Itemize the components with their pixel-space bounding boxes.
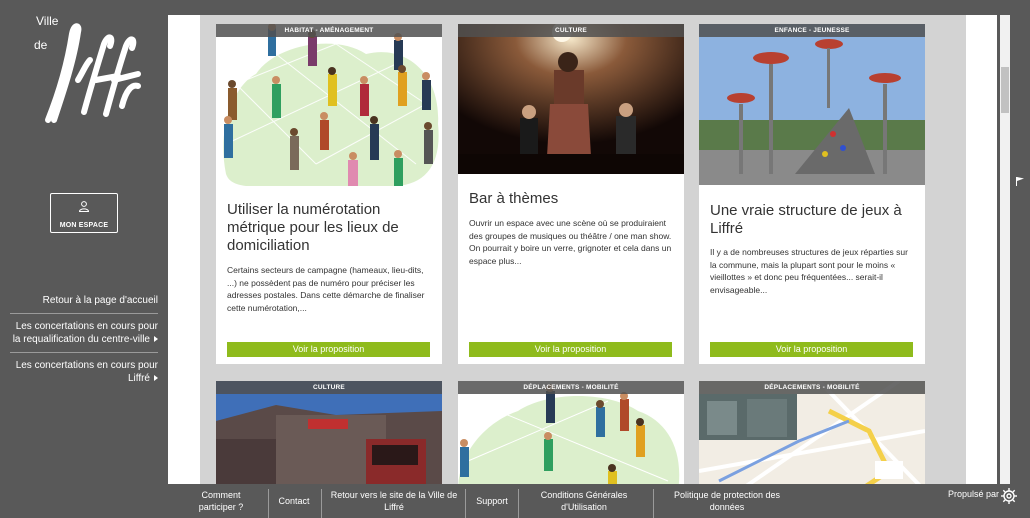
footer-link-label: Politique de protection des données (673, 490, 781, 512)
footer-separator (465, 489, 466, 518)
proposal-card[interactable]: CULTURE Bar à thèmes Ouvrir un espace av… (458, 24, 684, 364)
proposal-card[interactable]: ENFANCE - JEUNESSE Une vraie structure d… (699, 24, 925, 364)
footer-link-label: Contact (278, 496, 310, 506)
footer-separator (518, 489, 519, 518)
card-title[interactable]: Une vraie structure de jeux à Liffré (710, 202, 916, 238)
sidebar: Ville de MON ESPACE Retour à la page d'a… (0, 0, 168, 518)
footer-link-label: Support (476, 496, 508, 506)
nav-centre-ville[interactable]: Les concertations en cours pour la requa… (10, 314, 158, 353)
nav-accueil-label: Retour à la page d'accueil (42, 295, 158, 306)
card-category: DÉPLACEMENTS - MOBILITÉ (458, 381, 684, 394)
card-excerpt: Certains secteurs de campagne (hameaux, … (227, 265, 425, 313)
map-illustration (699, 381, 925, 484)
proposal-card[interactable]: DÉPLACEMENTS - MOBILITÉ (458, 381, 684, 484)
caret-right-icon (154, 336, 158, 343)
gear-logo-icon[interactable] (1000, 487, 1018, 505)
proposal-card[interactable]: HABITAT - AMÉNAGEMENT Utiliser la numéro… (216, 24, 442, 364)
footer-link-label: Conditions Générales d'Utilisation (540, 490, 628, 512)
side-nav: Retour à la page d'accueil Les concertat… (10, 288, 158, 391)
mon-espace-button[interactable]: MON ESPACE (50, 193, 118, 233)
card-category: ENFANCE - JEUNESSE (699, 24, 925, 37)
card-image (216, 24, 442, 187)
footer-link-label: Retour vers le site de la Ville de Liffr… (330, 490, 458, 512)
mon-espace-label: MON ESPACE (59, 222, 109, 229)
card-image (458, 381, 684, 484)
card-title[interactable]: Utiliser la numérotation métrique pour l… (227, 201, 433, 255)
people-network-illustration (458, 384, 680, 484)
footer: Comment participer ? Contact Retour vers… (168, 484, 1030, 518)
playground-photo (699, 24, 925, 185)
card-excerpt: Ouvrir un espace avec une scène où se pr… (469, 218, 672, 266)
nav-centre-ville-label: Les concertations en cours pour la requa… (12, 321, 158, 345)
nav-accueil[interactable]: Retour à la page d'accueil (10, 288, 158, 314)
nav-liffre[interactable]: Les concertations en cours pour Liffré (10, 353, 158, 391)
footer-link-label: Comment participer ? (198, 490, 244, 512)
card-image (699, 381, 925, 484)
nav-liffre-label: Les concertations en cours pour Liffré (15, 360, 158, 384)
liffre-logo[interactable]: Ville de (34, 12, 144, 123)
proposal-card[interactable]: DÉPLACEMENTS - MOBILITÉ (699, 381, 925, 484)
footer-link-comment-participer[interactable]: Comment participer ? (182, 484, 260, 518)
propulse-par-label: Propulsé par (948, 489, 1000, 499)
footer-link-contact[interactable]: Contact (272, 484, 316, 518)
flag-icon[interactable] (1015, 176, 1025, 186)
logo-wordmark-icon (45, 23, 141, 123)
card-category: CULTURE (458, 24, 684, 37)
proposal-card[interactable]: CULTURE (216, 381, 442, 484)
caret-right-icon (154, 375, 158, 382)
main-content: HABITAT - AMÉNAGEMENT Utiliser la numéro… (168, 15, 997, 484)
concert-photo (458, 24, 684, 174)
footer-link-site-ville[interactable]: Retour vers le site de la Ville de Liffr… (326, 484, 462, 518)
footer-separator (268, 489, 269, 518)
people-network-illustration (223, 24, 439, 186)
voir-proposition-button[interactable]: Voir la proposition (227, 342, 430, 357)
footer-link-cgu[interactable]: Conditions Générales d'Utilisation (524, 484, 644, 518)
card-image (699, 24, 925, 185)
voir-proposition-button[interactable]: Voir la proposition (710, 342, 913, 357)
card-category: HABITAT - AMÉNAGEMENT (216, 24, 442, 37)
card-image (458, 24, 684, 174)
cinema-photo (216, 381, 442, 484)
card-category: CULTURE (216, 381, 442, 394)
footer-separator (653, 489, 654, 518)
card-title[interactable]: Bar à thèmes (469, 190, 675, 208)
voir-proposition-button[interactable]: Voir la proposition (469, 342, 672, 357)
footer-separator (321, 489, 322, 518)
user-icon (78, 201, 90, 212)
footer-link-support[interactable]: Support (468, 484, 516, 518)
card-image (216, 381, 442, 484)
card-excerpt: Il y a de nombreuses structures de jeux … (710, 247, 908, 295)
scrollbar[interactable] (1000, 15, 1010, 484)
footer-link-protection-donnees[interactable]: Politique de protection des données (660, 484, 794, 518)
card-category: DÉPLACEMENTS - MOBILITÉ (699, 381, 925, 394)
scrollbar-thumb[interactable] (1001, 67, 1009, 113)
